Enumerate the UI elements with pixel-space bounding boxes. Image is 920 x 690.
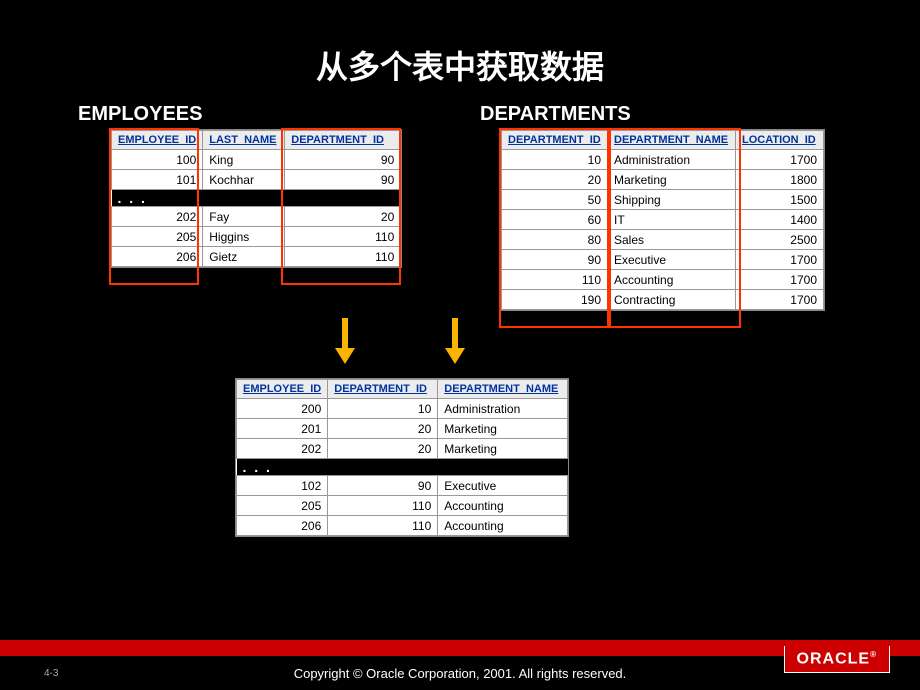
table-row: 110Accounting1700 — [502, 270, 824, 290]
slide-title: 从多个表中获取数据 — [0, 0, 920, 103]
table-row: 50Shipping1500 — [502, 190, 824, 210]
table-row: 10290Executive — [237, 476, 568, 496]
col-employee-id: EMPLOYEE_ID — [237, 380, 328, 399]
page-number: 4-3 — [44, 668, 58, 679]
col-department-id: DEPARTMENT_ID — [502, 131, 608, 150]
footer-red-bar — [0, 640, 920, 656]
table-row: 20220Marketing — [237, 439, 568, 459]
employees-table: EMPLOYEE_ID LAST_NAME DEPARTMENT_ID 100K… — [110, 129, 402, 268]
col-employee-id: EMPLOYEE_ID — [112, 131, 203, 150]
table-row: 205Higgins110 — [112, 227, 401, 247]
col-last-name: LAST_NAME — [203, 131, 285, 150]
oracle-logo: ORACLE® — [784, 646, 890, 673]
arrow-down-icon — [445, 318, 465, 364]
col-department-id: DEPARTMENT_ID — [285, 131, 401, 150]
table-row: 80Sales2500 — [502, 230, 824, 250]
table-header-row: EMPLOYEE_ID DEPARTMENT_ID DEPARTMENT_NAM… — [237, 380, 568, 399]
table-header-row: DEPARTMENT_ID DEPARTMENT_NAME LOCATION_I… — [502, 131, 824, 150]
table-row: 202Fay20 — [112, 207, 401, 227]
slide-content: EMPLOYEES EMPLOYEE_ID LAST_NAME DEPARTME… — [0, 103, 920, 633]
table-row: 20010Administration — [237, 399, 568, 419]
table-row: 190Contracting1700 — [502, 290, 824, 310]
col-department-name: DEPARTMENT_NAME — [438, 380, 568, 399]
departments-label: DEPARTMENTS — [480, 103, 631, 126]
col-department-id: DEPARTMENT_ID — [328, 380, 438, 399]
col-location-id: LOCATION_ID — [736, 131, 824, 150]
footer-black-bar: 4-3 Copyright © Oracle Corporation, 2001… — [0, 656, 920, 690]
ellipsis-row: . . . — [112, 190, 401, 207]
col-department-name: DEPARTMENT_NAME — [608, 131, 736, 150]
arrow-down-icon — [335, 318, 355, 364]
table-row: 10Administration1700 — [502, 150, 824, 170]
table-row: 20120Marketing — [237, 419, 568, 439]
table-row: 100King90 — [112, 150, 401, 170]
footer: 4-3 Copyright © Oracle Corporation, 2001… — [0, 640, 920, 690]
employees-label: EMPLOYEES — [78, 103, 202, 126]
table-row: 206110Accounting — [237, 516, 568, 536]
ellipsis-row: . . . — [237, 459, 568, 476]
table-row: 205110Accounting — [237, 496, 568, 516]
result-table: EMPLOYEE_ID DEPARTMENT_ID DEPARTMENT_NAM… — [235, 378, 569, 537]
departments-table: DEPARTMENT_ID DEPARTMENT_NAME LOCATION_I… — [500, 129, 825, 311]
copyright-text: Copyright © Oracle Corporation, 2001. Al… — [294, 666, 627, 681]
table-header-row: EMPLOYEE_ID LAST_NAME DEPARTMENT_ID — [112, 131, 401, 150]
table-row: 206Gietz110 — [112, 247, 401, 267]
table-row: 90Executive1700 — [502, 250, 824, 270]
table-row: 60IT1400 — [502, 210, 824, 230]
table-row: 101Kochhar90 — [112, 170, 401, 190]
table-row: 20Marketing1800 — [502, 170, 824, 190]
